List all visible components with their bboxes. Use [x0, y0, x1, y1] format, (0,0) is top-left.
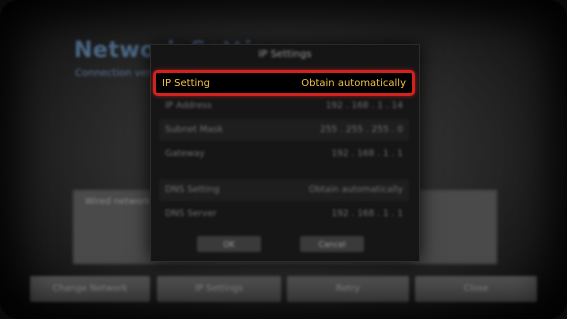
gateway-row[interactable]: Gateway 192 . 168 . 1 . 1 [159, 143, 409, 165]
status-panel [73, 190, 497, 264]
ip-address-value: 192 . 168 . 1 . 14 [325, 101, 403, 111]
dns-server-value: 192 . 168 . 1 . 1 [331, 209, 403, 219]
page-title: Network Settings [74, 38, 299, 63]
ip-address-row[interactable]: IP Address 192 . 168 . 1 . 14 [159, 95, 409, 117]
dialog-title: IP Settings [258, 49, 312, 60]
retry-button[interactable]: Retry [287, 276, 409, 302]
cancel-button[interactable]: Cancel [300, 236, 364, 252]
ip-settings-button[interactable]: IP Settings [157, 276, 281, 302]
ok-button[interactable]: OK [197, 236, 261, 252]
subnet-mask-label: Subnet Mask [165, 125, 223, 135]
dns-setting-row[interactable]: DNS Setting Obtain automatically [159, 179, 409, 201]
gateway-value: 192 . 168 . 1 . 1 [331, 149, 403, 159]
ip-address-label: IP Address [165, 101, 212, 111]
tv-screen: Network Settings Connection ver Wired ne… [0, 0, 567, 319]
ip-setting-label: IP Setting [162, 77, 210, 89]
ip-setting-value: Obtain automatically [301, 77, 406, 89]
subnet-mask-value: 255 . 255 . 255 . 0 [319, 125, 403, 135]
change-network-button[interactable]: Change Network [30, 276, 150, 302]
ip-setting-row[interactable]: IP Setting Obtain automatically [153, 70, 415, 96]
dns-setting-label: DNS Setting [165, 185, 220, 195]
status-panel-text: Wired network c [85, 197, 159, 207]
subnet-mask-row[interactable]: Subnet Mask 255 . 255 . 255 . 0 [159, 119, 409, 141]
dns-setting-value: Obtain automatically [308, 185, 403, 195]
dns-server-label: DNS Server [165, 209, 217, 219]
page-subtitle: Connection ver [75, 68, 151, 79]
close-button[interactable]: Close [415, 276, 537, 302]
gateway-label: Gateway [165, 149, 205, 159]
dns-server-row[interactable]: DNS Server 192 . 168 . 1 . 1 [159, 203, 409, 225]
ip-settings-dialog: IP Settings IP Address 192 . 168 . 1 . 1… [150, 44, 420, 262]
